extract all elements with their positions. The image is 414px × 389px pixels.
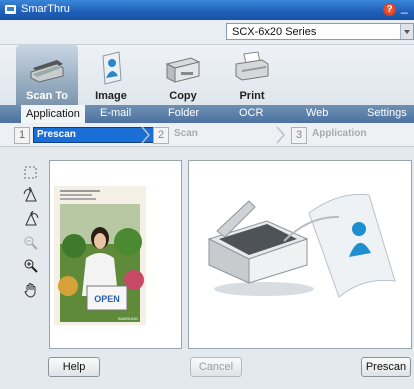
menu-item-web[interactable]: Web (306, 107, 328, 119)
device-bar: SCX-6x20 Series (0, 20, 414, 45)
help-button[interactable]: Help (48, 357, 100, 377)
tool-copy[interactable]: Copy (158, 45, 208, 105)
sign-text: OPEN (94, 294, 120, 304)
smarthru-window: SmarThru ? _ SCX-6x20 Series Scan To Ima… (0, 0, 414, 389)
rotate-right-icon[interactable] (23, 211, 39, 227)
tool-label: Copy (169, 90, 197, 102)
rotate-left-icon[interactable] (23, 187, 39, 203)
tool-print[interactable]: Print (228, 45, 276, 105)
help-icon[interactable]: ? (383, 3, 396, 16)
printer-icon (235, 51, 269, 81)
function-menu-bar: Application E-mail Folder OCR Web Settin… (0, 105, 414, 123)
copier-icon (165, 57, 201, 83)
prescan-preview-pane[interactable]: OPEN SAMSUNG (49, 160, 182, 349)
scan-illustration-pane (188, 160, 412, 349)
step-label: Scan (174, 128, 198, 139)
step-number: 1 (14, 127, 30, 144)
scanner-illustration (207, 193, 396, 298)
cancel-button[interactable]: Cancel (190, 357, 242, 377)
zoom-in-icon[interactable] (23, 258, 39, 274)
app-icon (5, 5, 16, 14)
step-indicator: 1 Prescan 2 Scan 3 Application (0, 124, 414, 147)
chevron-right-icon (141, 126, 150, 144)
tool-scan-to[interactable]: Scan To (16, 45, 78, 105)
tool-label: Scan To (26, 90, 68, 102)
step-number: 3 (291, 127, 307, 144)
prescan-button[interactable]: Prescan (361, 357, 411, 377)
window-title: SmarThru (21, 3, 70, 15)
main-toolbar: Scan To Image Copy Print (0, 45, 414, 105)
menu-item-folder[interactable]: Folder (168, 107, 199, 119)
pan-hand-icon[interactable] (23, 282, 39, 298)
zoom-out-icon[interactable] (23, 235, 39, 251)
menu-item-ocr[interactable]: OCR (239, 107, 263, 119)
menu-item-settings[interactable]: Settings (367, 107, 407, 119)
menu-item-application[interactable]: Application (21, 105, 85, 123)
title-bar[interactable]: SmarThru ? _ (0, 0, 414, 20)
device-select[interactable]: SCX-6x20 Series (226, 23, 414, 40)
scanner-icon (30, 60, 64, 83)
chevron-down-icon[interactable] (400, 24, 413, 39)
menu-item-email[interactable]: E-mail (100, 107, 131, 119)
tool-label: Image (95, 90, 127, 102)
step-label: Prescan (33, 127, 156, 143)
person-document-icon (102, 51, 122, 85)
select-area-icon[interactable] (23, 165, 39, 181)
step-number: 2 (153, 127, 169, 144)
tool-label: Print (239, 90, 265, 102)
device-select-value: SCX-6x20 Series (232, 26, 317, 38)
step-label: Application (312, 128, 367, 139)
prescanned-photo: OPEN SAMSUNG (54, 186, 146, 325)
minimize-button[interactable]: _ (401, 1, 414, 16)
brand-text: SAMSUNG (118, 316, 138, 321)
tool-image[interactable]: Image (86, 45, 136, 105)
chevron-right-icon (276, 126, 285, 144)
